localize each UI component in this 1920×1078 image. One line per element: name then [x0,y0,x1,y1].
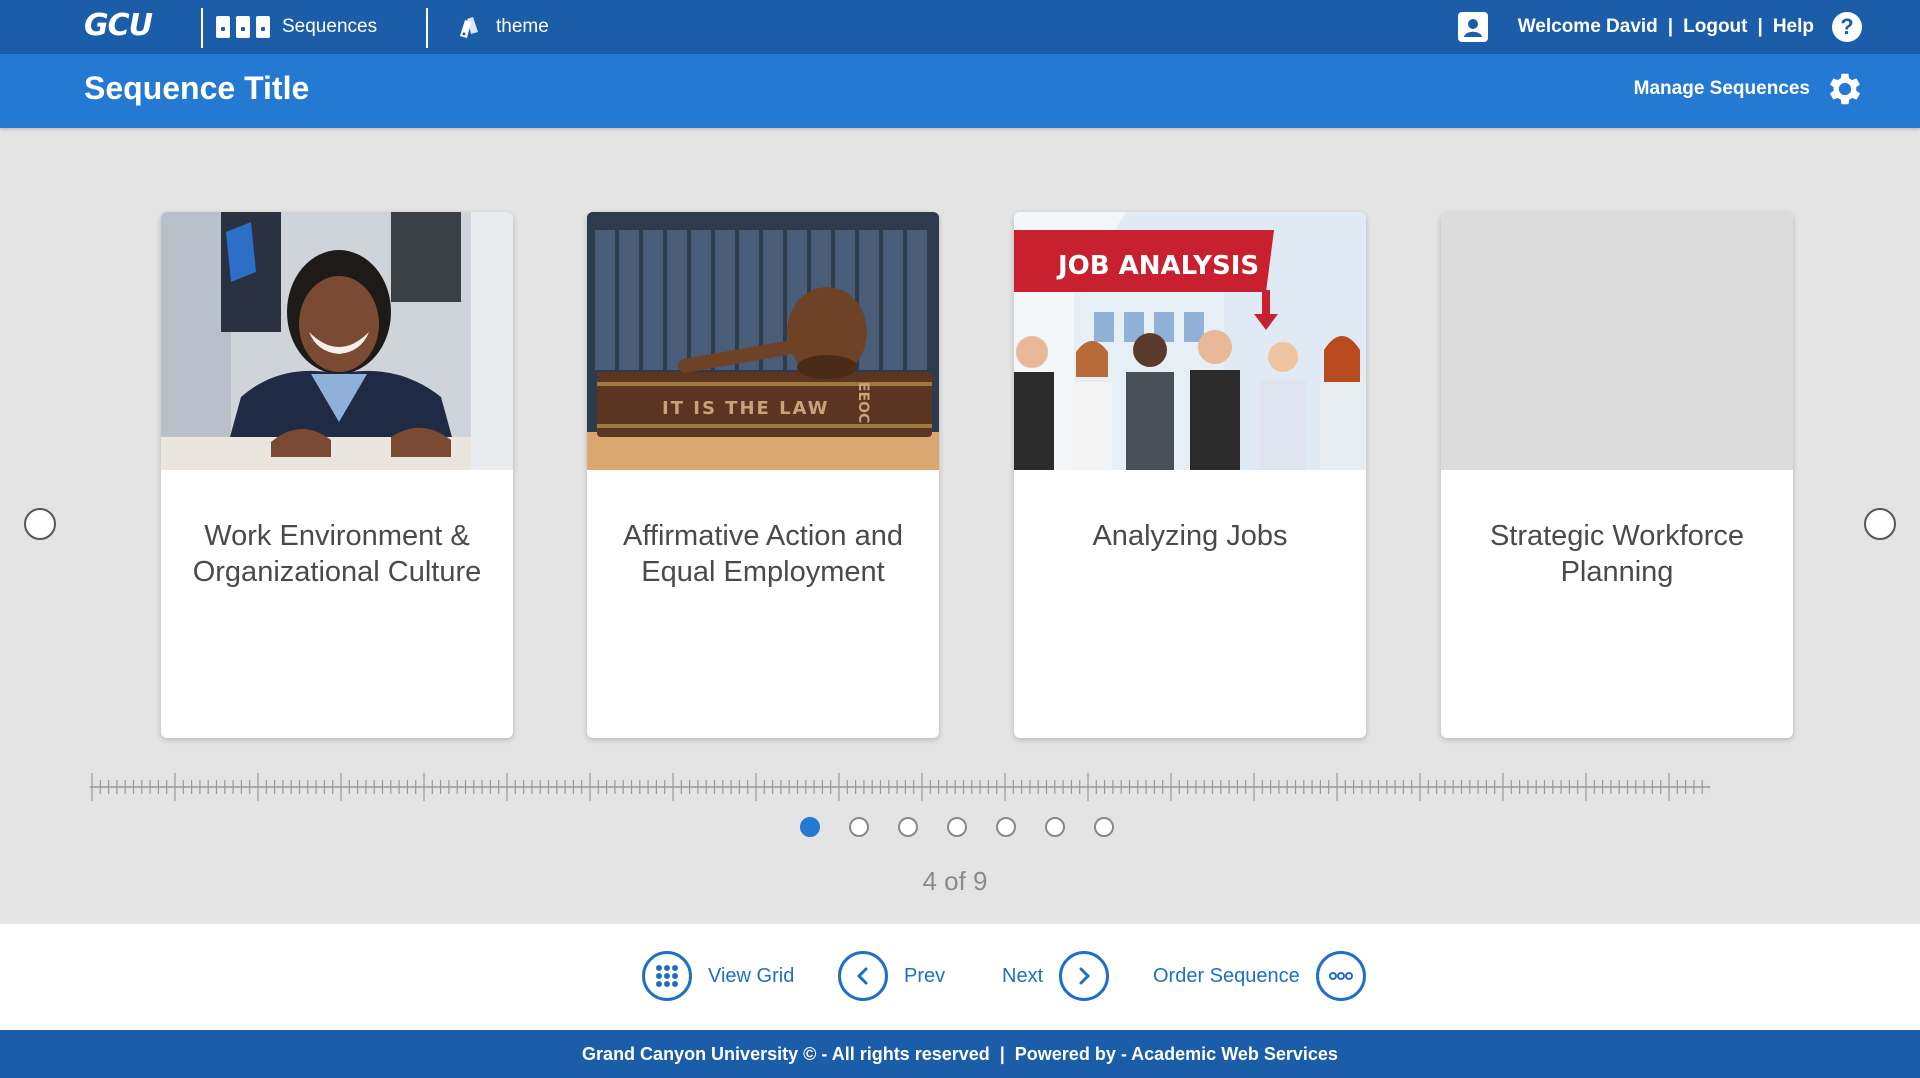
sequences-link[interactable]: Sequences [216,12,377,42]
divider [201,8,203,48]
divider [426,8,428,48]
bottom-navigation: View Grid Prev Next Order Sequence [0,924,1920,1030]
welcome-text: Welcome David [1517,16,1658,37]
pagination-dot[interactable] [996,817,1016,837]
card-title: Analyzing Jobs [1092,520,1288,552]
pagination-dot[interactable] [1045,817,1065,837]
banner-text: JOB ANALYSIS [1056,251,1259,281]
pagination-dot[interactable] [800,817,820,837]
sequences-icon [216,16,270,38]
separator: | [1667,16,1674,37]
card-title: Affirmative Action and Equal Employment [623,520,903,588]
carousel-prev-button[interactable] [24,508,56,540]
manage-sequences-button[interactable]: Manage Sequences [1634,68,1866,110]
pagination-dot[interactable] [1094,817,1114,837]
placeholder-image [1441,212,1793,470]
sequence-card[interactable]: IT IS THE LAW EEOC Affirmative Action an… [587,212,939,738]
pagination-dot[interactable] [898,817,918,837]
more-dots-icon [1315,951,1366,1001]
swatch-icon [456,14,482,40]
help-question-icon[interactable]: ? [1832,12,1862,42]
book-text: IT IS THE LAW [662,398,830,419]
spine-text: EEOC [855,382,871,423]
sequences-label: Sequences [282,16,378,37]
gear-icon [1829,73,1861,105]
theme-link[interactable]: theme [456,12,549,42]
prev-button[interactable]: Prev [838,950,945,1002]
card-title: Work Environment & Organizational Cultur… [192,520,482,588]
help-link[interactable]: Help [1773,16,1814,38]
theme-label: theme [496,16,549,37]
view-grid-button[interactable]: View Grid [642,950,794,1002]
order-sequence-label: Order Sequence [1153,964,1300,987]
carousel-next-button[interactable] [1864,508,1896,540]
logout-link[interactable]: Logout [1683,16,1747,38]
title-bar: Sequence Title Manage Sequences [0,54,1920,128]
user-account-icon[interactable] [1457,12,1488,42]
job-analysis-illustration: JOB ANALYSIS [1014,212,1366,470]
page-count: 4 of 9 [922,866,988,896]
prev-label: Prev [904,964,946,987]
user-area: Welcome David | Logout | Help ? [1457,10,1862,44]
grid-icon [642,951,692,1001]
smiling-businesswoman-image [161,212,513,470]
footer-text: Grand Canyon University © - All rights r… [582,1044,1338,1064]
card-title: Strategic Workforce Planning [1489,520,1745,588]
gavel-law-book-image: IT IS THE LAW EEOC [587,212,939,470]
view-grid-label: View Grid [708,964,795,987]
footer: Grand Canyon University © - All rights r… [0,1030,1920,1078]
sequence-card[interactable]: Strategic Workforce Planning [1441,212,1793,738]
sequence-card[interactable]: JOB ANALYSIS Analyzing Jobs [1014,212,1366,738]
separator: | [1757,16,1763,37]
order-sequence-button[interactable]: Order Sequence [1153,950,1366,1002]
timeline-ruler[interactable] [90,770,1710,804]
pagination-dots [800,817,1114,837]
next-button[interactable]: Next [1002,950,1110,1002]
sequence-card[interactable]: Work Environment & Organizational Cultur… [161,212,513,738]
pagination-dot[interactable] [947,817,967,837]
page-title: Sequence Title [84,70,310,106]
manage-sequences-label: Manage Sequences [1633,78,1810,99]
chevron-left-icon [838,951,888,1001]
gcu-logo[interactable]: GCU [84,8,153,43]
chevron-right-icon [1059,951,1110,1001]
next-label: Next [1002,964,1044,987]
top-navigation-bar: GCU Sequences theme Welcome David | Logo… [0,0,1920,54]
pagination-dot[interactable] [849,817,869,837]
